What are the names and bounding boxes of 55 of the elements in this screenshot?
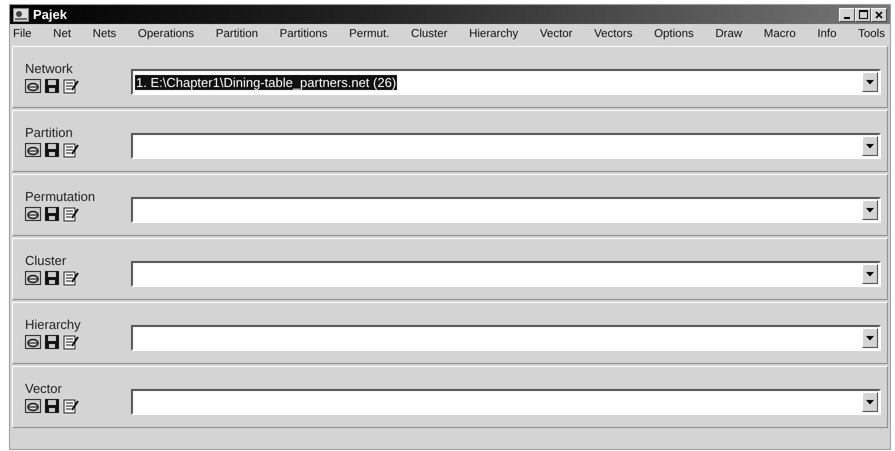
save-icon[interactable]: [45, 78, 59, 92]
save-icon[interactable]: [45, 398, 59, 412]
save-icon[interactable]: [45, 142, 59, 156]
open-icon[interactable]: [25, 206, 41, 220]
menu-item[interactable]: Hierarchy: [468, 27, 520, 41]
panel-label: Hierarchy: [25, 316, 82, 332]
panel-label: Permutation: [25, 188, 96, 204]
dropdown-field[interactable]: [131, 197, 881, 223]
menu-item[interactable]: Vector: [538, 27, 574, 41]
menu-item[interactable]: Vectors: [593, 27, 634, 41]
window-title: Pajek: [33, 7, 67, 22]
minimize-icon: [844, 16, 850, 18]
minimize-button[interactable]: [839, 8, 855, 22]
dropdown-field[interactable]: [131, 389, 881, 415]
open-icon[interactable]: [25, 270, 41, 284]
menu-item[interactable]: Info: [816, 27, 838, 41]
dropdown-field[interactable]: [131, 325, 881, 351]
edit-icon[interactable]: [63, 78, 79, 94]
menu-item[interactable]: Tools: [857, 27, 886, 41]
open-icon[interactable]: [25, 78, 41, 92]
menu-item[interactable]: Nets: [92, 27, 118, 41]
menu-item[interactable]: Net: [52, 27, 72, 41]
panel-label: Vector: [25, 380, 63, 396]
save-icon[interactable]: [45, 270, 59, 284]
edit-icon[interactable]: [63, 398, 79, 414]
open-icon[interactable]: [25, 334, 41, 348]
dropdown-field[interactable]: [131, 133, 881, 159]
panel-label: Cluster: [25, 252, 68, 268]
app-icon: [13, 8, 29, 22]
maximize-button[interactable]: [855, 8, 871, 22]
open-icon[interactable]: [25, 398, 41, 412]
close-icon: [875, 10, 883, 18]
menu-item[interactable]: Operations: [136, 27, 196, 41]
panel-label: Partition: [25, 124, 74, 140]
maximize-icon: [858, 10, 868, 19]
edit-icon[interactable]: [63, 142, 79, 158]
menu-item[interactable]: Draw: [714, 27, 744, 41]
open-icon[interactable]: [25, 142, 41, 156]
save-icon[interactable]: [45, 334, 59, 348]
field-value: 1. E:\Chapter1\Dining-table_partners.net (26): [135, 74, 398, 90]
menu-item[interactable]: Macro: [762, 27, 797, 41]
dropdown-field[interactable]: [131, 261, 881, 287]
dropdown-field[interactable]: 1. E:\Chapter1\Dining-table_partners.net (26): [131, 69, 881, 95]
edit-icon[interactable]: [63, 206, 79, 222]
menu-item[interactable]: Permut.: [348, 27, 390, 41]
menu-item[interactable]: File: [12, 27, 33, 41]
edit-icon[interactable]: [63, 334, 79, 350]
menu-item[interactable]: Options: [653, 27, 695, 41]
menu-item[interactable]: Partitions: [278, 27, 329, 41]
panel-label: Network: [25, 60, 74, 76]
close-button[interactable]: [871, 8, 887, 22]
save-icon[interactable]: [45, 206, 59, 220]
menu-item[interactable]: Cluster: [410, 27, 448, 41]
menu-item[interactable]: Partition: [214, 27, 259, 41]
edit-icon[interactable]: [63, 270, 79, 286]
